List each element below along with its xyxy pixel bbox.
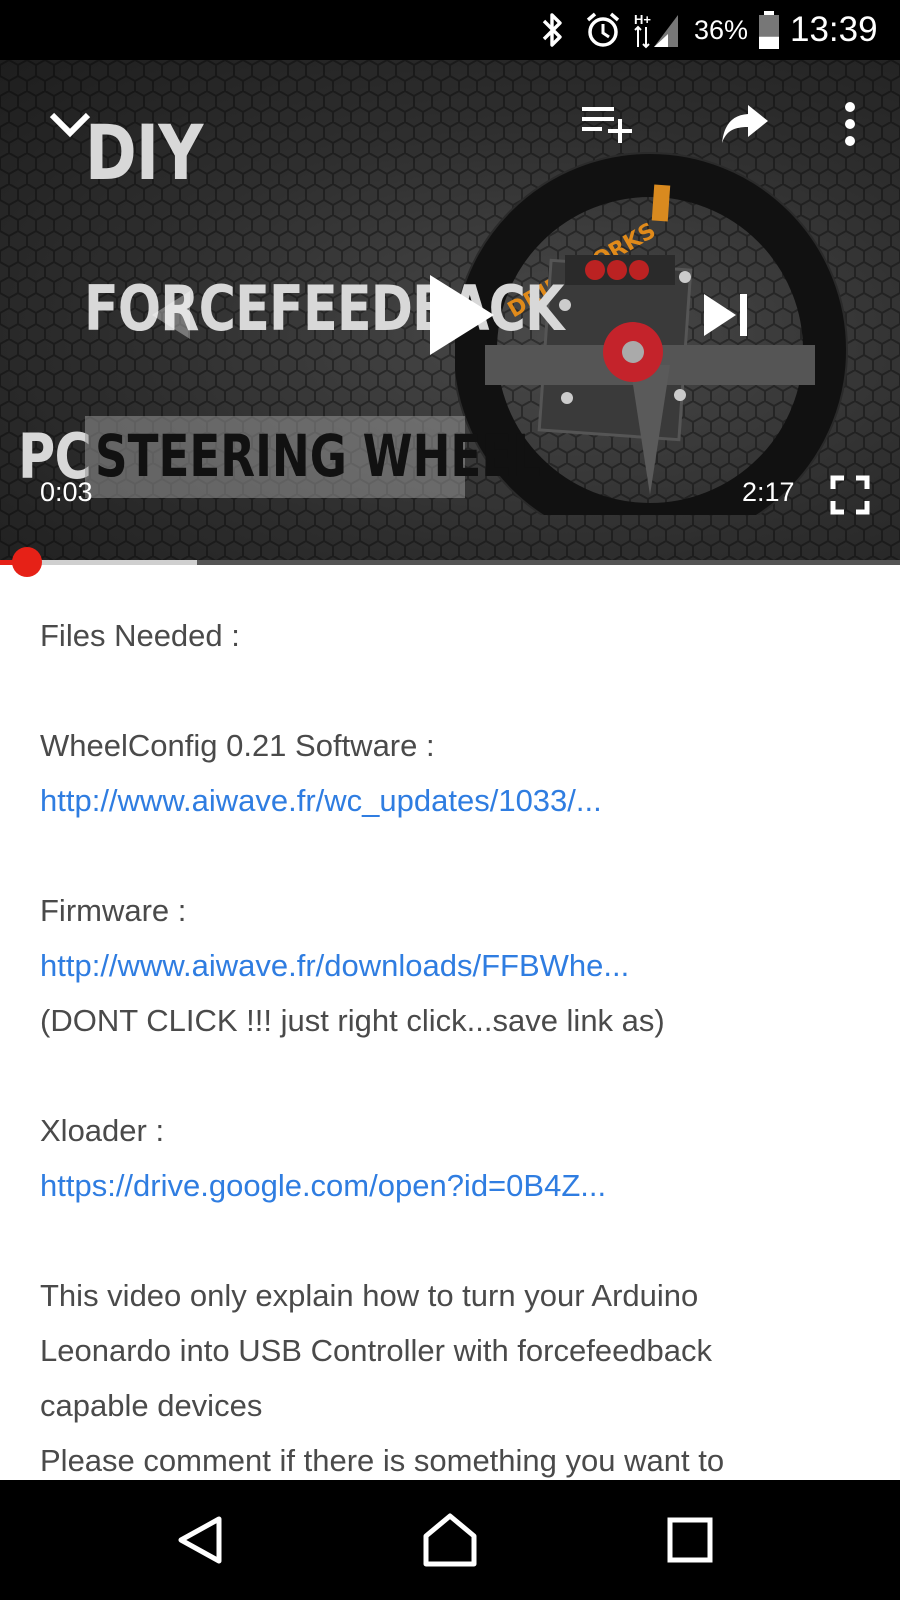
next-icon[interactable] — [690, 275, 760, 355]
play-icon[interactable] — [410, 260, 510, 370]
navigation-bar — [0, 1480, 900, 1600]
back-icon[interactable] — [150, 1500, 250, 1580]
bluetooth-icon — [538, 10, 568, 50]
description-paragraph-line: Please comment if there is something you… — [40, 1443, 725, 1478]
description-paragraph-line: This video only explain how to turn your… — [40, 1278, 699, 1313]
current-time: 0:03 — [40, 477, 93, 507]
fullscreen-icon[interactable] — [825, 470, 875, 520]
progress-scrubber[interactable] — [11, 547, 42, 577]
duration: 2:17 — [742, 477, 795, 507]
alarm-icon — [584, 10, 622, 50]
description-paragraph-line: capable devices — [40, 1388, 263, 1423]
previous-icon[interactable] — [130, 270, 210, 360]
firmware-note: (DONT CLICK !!! just right click...save … — [40, 1003, 665, 1038]
xloader-label: Xloader : — [40, 1113, 165, 1148]
status-bar: H+ 36% 13:39 — [0, 0, 900, 60]
firmware-link[interactable]: http://www.aiwave.fr/downloads/FFBWhe... — [40, 938, 870, 993]
progress-bar[interactable] — [0, 547, 900, 577]
wheelconfig-link[interactable]: http://www.aiwave.fr/wc_updates/1033/... — [40, 773, 870, 828]
collapse-icon[interactable] — [40, 98, 100, 148]
files-needed-heading: Files Needed : — [40, 618, 240, 653]
signal-icon: H+ — [634, 10, 682, 50]
video-player[interactable]: DRIFTWORKS DIY FORCEFEEDBACK PC STEERING… — [0, 60, 900, 565]
battery-percent: 36% — [694, 15, 749, 45]
video-description: Files Needed : WheelConfig 0.21 Software… — [40, 608, 870, 1480]
share-icon[interactable] — [715, 96, 775, 150]
clock: 13:39 — [790, 10, 878, 49]
battery-icon — [758, 10, 780, 50]
description-paragraph-line: Leonardo into USB Controller with forcef… — [40, 1333, 713, 1368]
network-type-label: H+ — [634, 12, 651, 27]
add-to-playlist-icon[interactable] — [578, 98, 638, 148]
more-icon[interactable] — [825, 94, 875, 154]
wheelconfig-label: WheelConfig 0.21 Software : — [40, 728, 435, 763]
home-icon[interactable] — [400, 1500, 500, 1580]
firmware-label: Firmware : — [40, 893, 187, 928]
recents-icon[interactable] — [640, 1500, 740, 1580]
overlay-title-steering-wheel: STEERING WHEEL — [95, 422, 542, 490]
xloader-link[interactable]: https://drive.google.com/open?id=0B4Z... — [40, 1158, 870, 1213]
overlay-title-diy: DIY — [85, 108, 203, 197]
